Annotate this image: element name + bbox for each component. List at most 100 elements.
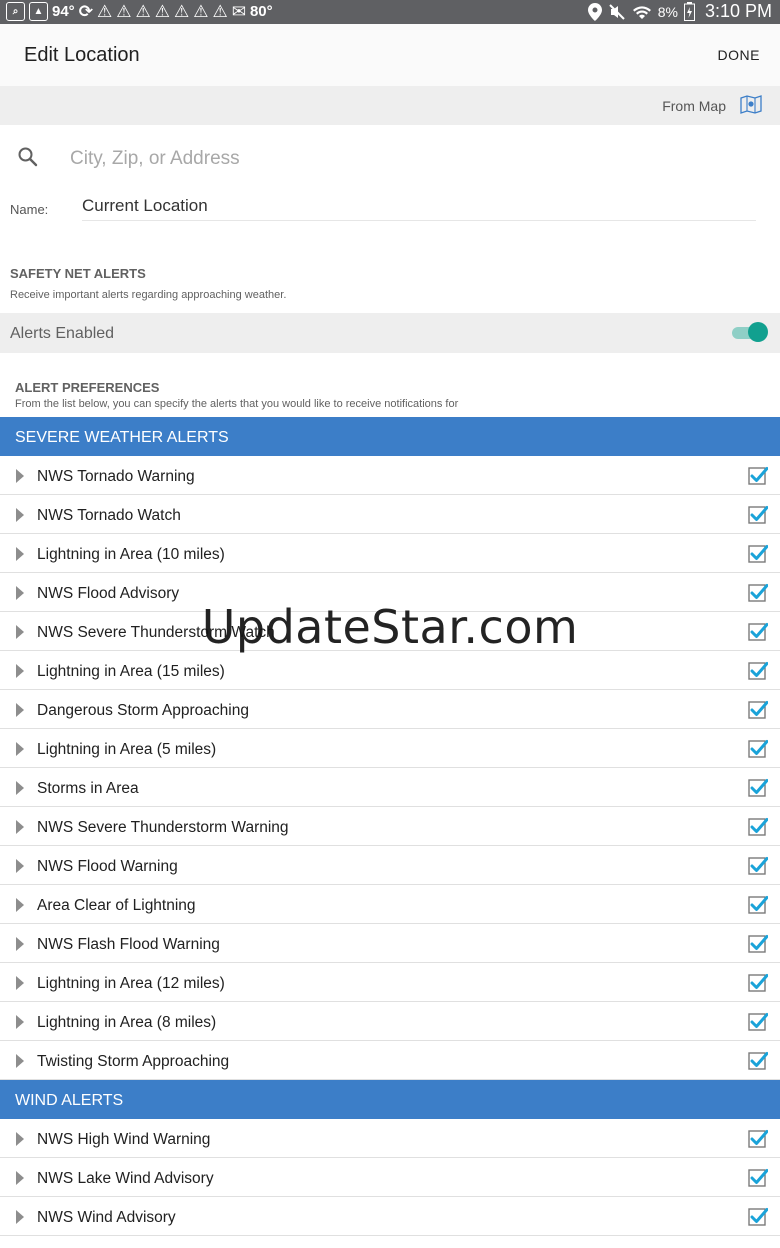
alert-checkbox[interactable] <box>748 544 768 564</box>
safety-net-title: SAFETY NET ALERTS <box>10 266 146 281</box>
expand-arrow-icon[interactable] <box>16 703 24 717</box>
alert-checkbox[interactable] <box>748 700 768 720</box>
alert-row[interactable]: NWS Tornado Warning <box>0 456 780 495</box>
mail-icon: ✉ <box>231 2 246 21</box>
expand-arrow-icon[interactable] <box>16 937 24 951</box>
alert-row[interactable]: Storms in Area <box>0 768 780 807</box>
alert-row[interactable]: Lightning in Area (10 miles) <box>0 534 780 573</box>
expand-arrow-icon[interactable] <box>16 664 24 678</box>
alert-checkbox[interactable] <box>748 1012 768 1032</box>
alert-label: Twisting Storm Approaching <box>37 1053 230 1070</box>
alert-row[interactable]: Lightning in Area (8 miles) <box>0 1002 780 1041</box>
expand-arrow-icon[interactable] <box>16 781 24 795</box>
alert-checkbox[interactable] <box>748 739 768 759</box>
safety-net-subtitle: Receive important alerts regarding appro… <box>10 289 287 301</box>
alert-checkbox[interactable] <box>748 1168 768 1188</box>
expand-arrow-icon[interactable] <box>16 1171 24 1185</box>
alert-label: NWS Flood Warning <box>37 858 178 875</box>
alert-label: Lightning in Area (10 miles) <box>37 546 225 563</box>
battery-charging-icon <box>683 2 695 21</box>
alert-row[interactable]: Lightning in Area (12 miles) <box>0 963 780 1002</box>
alert-row[interactable]: NWS Flood Warning <box>0 846 780 885</box>
alert-row[interactable]: NWS Flood Advisory <box>0 573 780 612</box>
alert-label: Area Clear of Lightning <box>37 897 196 914</box>
expand-arrow-icon[interactable] <box>16 469 24 483</box>
expand-arrow-icon[interactable] <box>16 976 24 990</box>
alert-checkbox[interactable] <box>748 1207 768 1227</box>
alert-label: NWS Severe Thunderstorm Warning <box>37 819 289 836</box>
expand-arrow-icon[interactable] <box>16 547 24 561</box>
map-pin-icon[interactable] <box>740 95 762 115</box>
battery-temp: 94° <box>52 3 75 20</box>
wifi-icon <box>632 5 651 19</box>
warning-icon: ⚠ <box>135 2 151 21</box>
alert-row[interactable]: Lightning in Area (15 miles) <box>0 651 780 690</box>
expand-arrow-icon[interactable] <box>16 1015 24 1029</box>
expand-arrow-icon[interactable] <box>16 820 24 834</box>
from-map-bar: From Map <box>0 86 780 125</box>
expand-arrow-icon[interactable] <box>16 742 24 756</box>
expand-arrow-icon[interactable] <box>16 586 24 600</box>
sync-icon: ⟳ <box>78 2 93 21</box>
alert-checkbox[interactable] <box>748 856 768 876</box>
expand-arrow-icon[interactable] <box>16 1054 24 1068</box>
alert-row[interactable]: NWS Lake Wind Advisory <box>0 1158 780 1197</box>
alert-label: NWS Flash Flood Warning <box>37 936 220 953</box>
alert-label: NWS Wind Advisory <box>37 1209 176 1226</box>
alerts-enabled-row[interactable]: Alerts Enabled <box>0 313 780 353</box>
alert-checkbox[interactable] <box>748 466 768 486</box>
alert-row[interactable]: Dangerous Storm Approaching <box>0 690 780 729</box>
alert-row[interactable]: Twisting Storm Approaching <box>0 1041 780 1080</box>
search-icon <box>18 147 38 167</box>
alert-label: Lightning in Area (15 miles) <box>37 663 225 680</box>
done-button[interactable]: DONE <box>718 47 760 63</box>
alert-row[interactable]: NWS Tornado Watch <box>0 495 780 534</box>
expand-arrow-icon[interactable] <box>16 1132 24 1146</box>
toggle-thumb <box>748 322 768 342</box>
expand-arrow-icon[interactable] <box>16 1210 24 1224</box>
warning-icon: ⚠ <box>116 2 132 21</box>
name-field[interactable]: Current Location <box>82 196 756 221</box>
alert-row[interactable]: Lightning in Area (5 miles) <box>0 729 780 768</box>
alert-label: NWS Flood Advisory <box>37 585 180 602</box>
alert-checkbox[interactable] <box>748 1129 768 1149</box>
alert-row[interactable]: NWS Wind Advisory <box>0 1197 780 1236</box>
alert-label: Dangerous Storm Approaching <box>37 702 249 719</box>
expand-arrow-icon[interactable] <box>16 859 24 873</box>
warning-icon: ⚠ <box>96 2 113 21</box>
alert-checkbox[interactable] <box>748 583 768 603</box>
alert-checkbox[interactable] <box>748 1051 768 1071</box>
location-icon <box>587 2 602 21</box>
battery-percent: 8% <box>657 3 678 20</box>
alert-row[interactable]: Area Clear of Lightning <box>0 885 780 924</box>
alert-label: NWS Lake Wind Advisory <box>37 1170 214 1187</box>
alert-row[interactable]: NWS Severe Thunderstorm Warning <box>0 807 780 846</box>
alert-preferences-subtitle: From the list below, you can specify the… <box>15 398 459 410</box>
expand-arrow-icon[interactable] <box>16 898 24 912</box>
alert-checkbox[interactable] <box>748 973 768 993</box>
alert-checkbox[interactable] <box>748 778 768 798</box>
alerts-enabled-toggle[interactable] <box>732 322 768 342</box>
alert-checkbox[interactable] <box>748 895 768 915</box>
alert-checkbox[interactable] <box>748 817 768 837</box>
page-title: Edit Location <box>24 44 140 66</box>
alert-row[interactable]: NWS Flash Flood Warning <box>0 924 780 963</box>
app-bar: Edit Location DONE <box>0 24 780 86</box>
from-map-button[interactable]: From Map <box>662 98 726 114</box>
group-header: WIND ALERTS <box>0 1080 780 1119</box>
expand-arrow-icon[interactable] <box>16 625 24 639</box>
alert-label: Storms in Area <box>37 780 139 797</box>
alert-checkbox[interactable] <box>748 934 768 954</box>
alert-checkbox[interactable] <box>748 661 768 681</box>
search-input[interactable] <box>70 145 760 173</box>
alert-label: Lightning in Area (8 miles) <box>37 1014 217 1031</box>
alert-checkbox[interactable] <box>748 622 768 642</box>
alert-row[interactable]: NWS Severe Thunderstorm Watch <box>0 612 780 651</box>
alert-row[interactable]: NWS High Wind Warning <box>0 1119 780 1158</box>
name-label: Name: <box>10 202 49 217</box>
temperature-readout: 80° <box>249 3 273 20</box>
mute-icon <box>609 3 625 20</box>
alert-checkbox[interactable] <box>748 505 768 525</box>
warning-icon: ⚠ <box>193 2 209 21</box>
expand-arrow-icon[interactable] <box>16 508 24 522</box>
